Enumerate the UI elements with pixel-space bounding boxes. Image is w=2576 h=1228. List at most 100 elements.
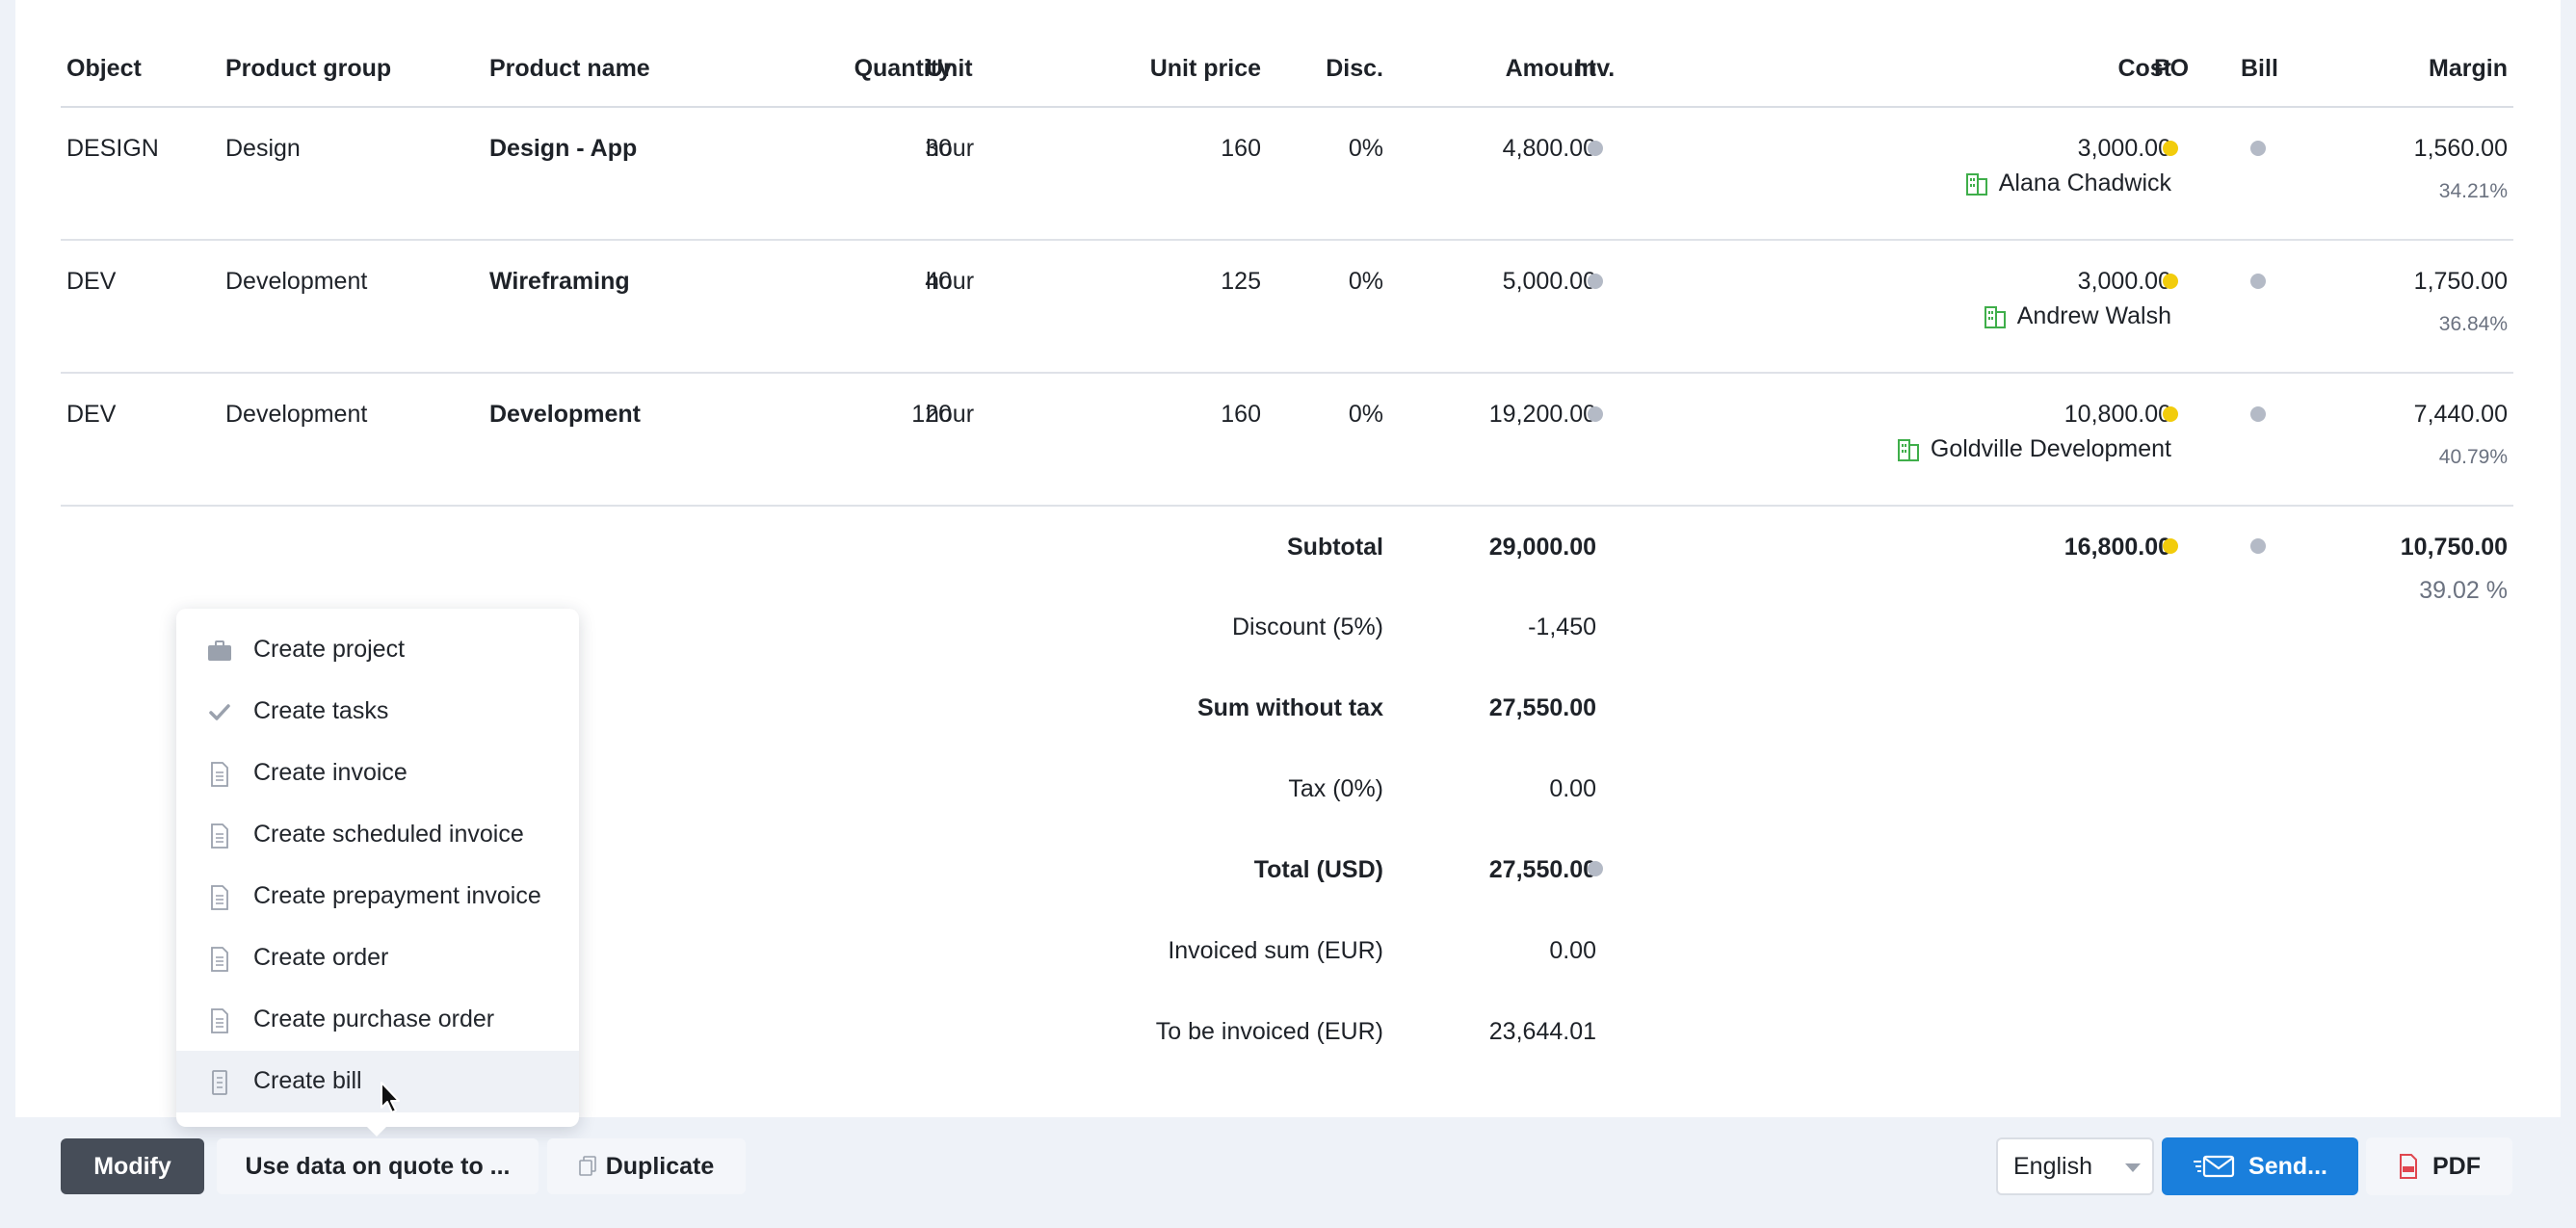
bill-status-dot: [2250, 406, 2266, 422]
language-select[interactable]: English: [1996, 1137, 2154, 1195]
invoice-status-dot: [1588, 861, 1603, 876]
document-icon: [211, 885, 228, 910]
invoice-status-dot: [1588, 406, 1603, 422]
invoiced-sum-value: 0.00: [1549, 937, 1596, 964]
row-unit: hour: [926, 135, 975, 162]
row-vendor[interactable]: Andrew Walsh: [1984, 301, 2171, 330]
duplicate-button[interactable]: Duplicate: [547, 1138, 746, 1194]
row-unit: hour: [926, 268, 975, 295]
subtotal-cost: 16,800.00: [2063, 534, 2171, 561]
row-object: DEV: [66, 401, 117, 428]
discount-label: Discount (5%): [1232, 614, 1383, 640]
table-row[interactable]: DEV Development Development 120 hour 160…: [61, 374, 2513, 507]
send-button[interactable]: Send...: [2162, 1137, 2358, 1195]
vendor-name: Andrew Walsh: [2016, 302, 2171, 329]
duplicate-label: Duplicate: [605, 1152, 715, 1180]
row-margin: 1,560.00: [2413, 135, 2508, 162]
bill-status-dot: [2250, 538, 2266, 554]
menu-item-label: Create project: [253, 636, 406, 663]
building-icon: [1897, 439, 1919, 461]
document-icon: [211, 823, 228, 849]
row-product-name: Design - App: [489, 135, 638, 162]
column-header-product-group: Product group: [225, 55, 392, 82]
pdf-label: PDF: [2432, 1152, 2481, 1180]
row-discount: 0%: [1348, 135, 1383, 162]
row-amount: 5,000.00: [1502, 268, 1596, 295]
menu-item-create-prepayment-invoice[interactable]: Create prepayment invoice: [176, 866, 579, 928]
menu-pointer-caret: [367, 1127, 386, 1137]
column-header-product-name: Product name: [489, 55, 650, 82]
row-object: DEV: [66, 268, 117, 295]
document-icon: [211, 947, 228, 972]
subtotal-label: Subtotal: [1287, 534, 1383, 561]
use-data-on-quote-button[interactable]: Use data on quote to ...: [217, 1138, 539, 1194]
building-icon: [1965, 173, 1987, 196]
row-unit: hour: [926, 401, 975, 428]
total-label: Total (USD): [1253, 856, 1383, 883]
document-icon: [211, 762, 228, 787]
row-product-name: Development: [489, 401, 641, 428]
tax-label: Tax (0%): [1288, 775, 1383, 802]
menu-item-label: Create purchase order: [253, 1006, 495, 1032]
menu-item-create-bill[interactable]: Create bill: [176, 1051, 579, 1112]
total-value: 27,550.00: [1488, 856, 1596, 883]
menu-item-create-project[interactable]: Create project: [176, 619, 579, 681]
chevron-down-icon: [2125, 1163, 2141, 1172]
row-unit-price: 160: [1221, 135, 1261, 162]
column-header-po: PO: [2154, 55, 2190, 82]
row-margin-percent: 40.79%: [2438, 446, 2508, 468]
briefcase-icon: [208, 640, 231, 661]
po-status-dot: [2163, 141, 2178, 156]
discount-value: -1,450: [1528, 614, 1596, 640]
modify-button[interactable]: Modify: [61, 1138, 204, 1194]
column-header-object: Object: [66, 55, 142, 82]
menu-item-create-order[interactable]: Create order: [176, 928, 579, 989]
bill-status-dot: [2250, 141, 2266, 156]
menu-item-label: Create order: [253, 944, 389, 971]
row-cost: 10,800.00: [2063, 401, 2171, 428]
vendor-name: Goldville Development: [1930, 435, 2171, 462]
row-discount: 0%: [1348, 401, 1383, 428]
menu-item-create-scheduled-invoice[interactable]: Create scheduled invoice: [176, 804, 579, 866]
to-be-invoiced-label: To be invoiced (EUR): [1155, 1018, 1383, 1045]
row-vendor[interactable]: Alana Chadwick: [1965, 169, 2171, 197]
column-header-bill: Bill: [2241, 55, 2278, 82]
row-product-group: Design: [225, 135, 301, 162]
row-product-group: Development: [225, 401, 368, 428]
menu-item-create-invoice[interactable]: Create invoice: [176, 743, 579, 804]
table-row[interactable]: DEV Development Wireframing 40 hour 125 …: [61, 241, 2513, 374]
checkmark-icon: [209, 704, 230, 720]
copy-icon: [578, 1156, 596, 1176]
row-margin-percent: 36.84%: [2438, 313, 2508, 335]
row-discount: 0%: [1348, 268, 1383, 295]
column-header-disc: Disc.: [1326, 55, 1383, 82]
menu-item-create-purchase-order[interactable]: Create purchase order: [176, 989, 579, 1051]
invoiced-sum-label: Invoiced sum (EUR): [1168, 937, 1383, 964]
menu-item-label: Create bill: [253, 1067, 362, 1094]
row-product-name: Wireframing: [489, 268, 630, 295]
po-status-dot: [2163, 274, 2178, 289]
mouse-cursor-icon: [381, 1082, 400, 1113]
row-amount: 19,200.00: [1488, 401, 1596, 428]
row-unit-price: 125: [1221, 268, 1261, 295]
tax-value: 0.00: [1549, 775, 1596, 802]
envelope-send-icon: [2194, 1155, 2235, 1178]
menu-item-label: Create invoice: [253, 759, 407, 786]
sum-without-tax-label: Sum without tax: [1196, 694, 1383, 721]
menu-item-label: Create prepayment invoice: [253, 882, 541, 909]
menu-item-create-tasks[interactable]: Create tasks: [176, 681, 579, 743]
row-cost: 3,000.00: [2077, 135, 2171, 162]
subtotal-margin-percent: 39.02 %: [2419, 577, 2508, 604]
row-product-group: Development: [225, 268, 368, 295]
bill-status-dot: [2250, 274, 2266, 289]
column-header-margin: Margin: [2429, 55, 2508, 82]
row-vendor[interactable]: Goldville Development: [1897, 434, 2171, 463]
table-row[interactable]: DESIGN Design Design - App 30 hour 160 0…: [61, 108, 2513, 241]
invoice-status-dot: [1588, 141, 1603, 156]
send-label: Send...: [2248, 1152, 2327, 1180]
po-status-dot: [2163, 406, 2178, 422]
row-object: DESIGN: [66, 135, 159, 162]
pdf-button[interactable]: PDF: [2366, 1137, 2512, 1195]
po-status-dot: [2163, 538, 2178, 554]
row-amount: 4,800.00: [1502, 135, 1596, 162]
